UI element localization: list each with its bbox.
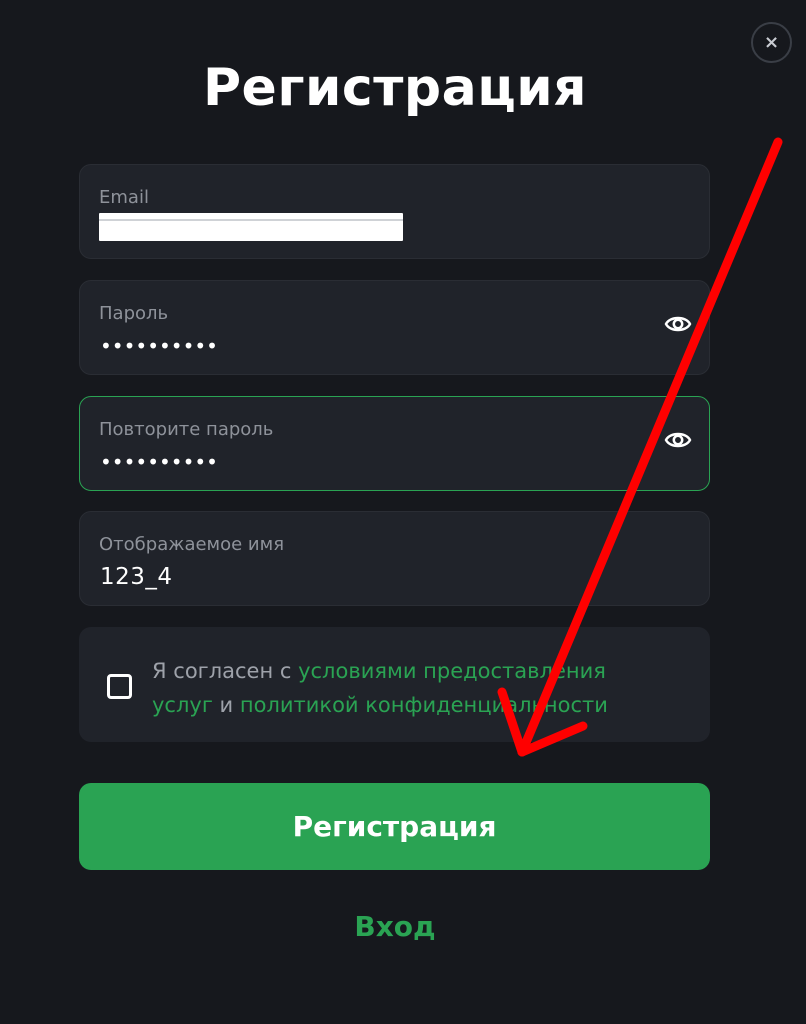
- login-link[interactable]: Вход: [0, 910, 790, 943]
- password-field[interactable]: Пароль ••••••••••: [79, 280, 710, 375]
- agreement-box: Я согласен с условиями предоставления ус…: [79, 627, 710, 742]
- privacy-link[interactable]: политикой конфиденциальности: [240, 693, 608, 717]
- agreement-middle: и: [212, 693, 240, 717]
- registration-dialog: × Регистрация Email Пароль •••••••••• По…: [0, 0, 806, 1024]
- close-icon: ×: [763, 32, 780, 53]
- email-redacted-value: [99, 213, 403, 241]
- eye-icon[interactable]: [664, 429, 692, 451]
- display-name-value: 123_4: [100, 564, 173, 590]
- agreement-checkbox[interactable]: [107, 674, 132, 699]
- eye-icon[interactable]: [664, 313, 692, 335]
- display-name-label: Отображаемое имя: [99, 534, 285, 555]
- register-button[interactable]: Регистрация: [79, 783, 710, 870]
- email-label: Email: [99, 187, 149, 208]
- display-name-field[interactable]: Отображаемое имя 123_4: [79, 511, 710, 606]
- close-button[interactable]: ×: [751, 22, 792, 63]
- agreement-prefix: Я согласен с: [152, 659, 299, 683]
- email-field[interactable]: Email: [79, 164, 710, 259]
- confirm-password-label: Повторите пароль: [99, 419, 274, 440]
- password-value: ••••••••••: [100, 334, 218, 358]
- page-title: Регистрация: [202, 58, 588, 118]
- confirm-password-field[interactable]: Повторите пароль ••••••••••: [79, 396, 710, 491]
- confirm-password-value: ••••••••••: [100, 450, 218, 474]
- password-label: Пароль: [99, 303, 169, 324]
- agreement-text: Я согласен с условиями предоставления ус…: [152, 654, 652, 722]
